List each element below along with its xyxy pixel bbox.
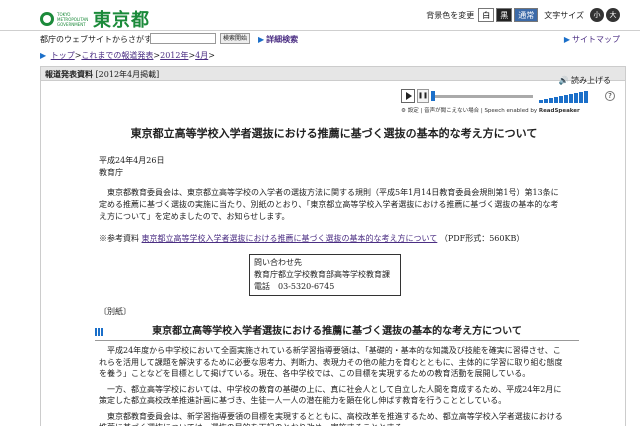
sitemap-label: サイトマップ [572, 35, 620, 44]
bg-color-label: 背景色を変更 [426, 10, 475, 20]
volume-control[interactable] [539, 91, 589, 103]
contact-phone: 電話 03-5320-6745 [254, 282, 335, 291]
breadcrumb-month[interactable]: 4月 [195, 51, 208, 60]
search-input[interactable] [150, 33, 216, 44]
appendix-title: 東京都立高等学校入学者選抜における推薦に基づく選抜の基本的な考え方について [152, 326, 522, 337]
article: 東京都立高等学校入学者選抜における推薦に基づく選抜の基本的な考え方について 平成… [41, 125, 627, 426]
bg-normal-button[interactable]: 通常 [514, 8, 539, 22]
release-date: [2012年4月掲載] [95, 70, 160, 79]
release-label: 報道発表資料 [45, 69, 93, 79]
contact-box: 問い合わせ先 教育庁都立学校教育部高等学校教育課 電話 03-5320-6745 [249, 254, 401, 296]
search-button[interactable]: 検索開始 [220, 33, 250, 44]
reference-pdf-link[interactable]: 東京都立高等学校入学者選抜における推薦に基づく選抜の基本的な考え方について [142, 234, 438, 243]
settings-icon: ⚙ [401, 108, 406, 114]
release-bar: 報道発表資料 [2012年4月掲載] [41, 67, 625, 81]
readspeaker-link[interactable]: 🔊 読み上げる [558, 75, 611, 86]
reference-line: ※参考資料 東京都立高等学校入学者選抜における推薦に基づく選抜の基本的な考え方に… [99, 233, 627, 244]
sitemap-link[interactable]: ▶ サイトマップ [564, 34, 620, 45]
department: 教育庁 [99, 168, 123, 177]
page: TOKYO METROPOLITAN GOVERNMENT 東京都 背景色を変更… [0, 0, 640, 426]
page-title: 東京都立高等学校入学者選抜における推薦に基づく選抜の基本的な考え方について [130, 127, 538, 140]
display-controls: 背景色を変更 白 黒 通常 文字サイズ 小 大 [426, 8, 620, 22]
speaker-icon: 🔊 [558, 76, 569, 85]
play-button[interactable] [401, 89, 415, 103]
pause-button[interactable]: ❚❚ [417, 89, 429, 103]
font-large-button[interactable]: 大 [606, 8, 620, 22]
progress-track[interactable] [433, 95, 533, 98]
readspeaker-meta: ⚙ 設定 | 音声が聞こえない場合 | Speech enabled by Re… [401, 108, 580, 114]
search-bar: 都庁のウェブサイトからさがす 検索開始 ▶ 詳細検索 ▶ サイトマップ [0, 30, 640, 46]
body-paragraph-2: 一方、都立高等学校においては、中学校の教育の基礎の上に、真に社会人として自立した… [99, 384, 562, 406]
contact-heading: 問い合わせ先 [254, 258, 302, 267]
readspeaker-brand: ReadSpeaker [538, 108, 580, 114]
main-content: 報道発表資料 [2012年4月掲載] 🔊 読み上げる ❚❚ ? ⚙ 設定 | 音… [40, 66, 626, 426]
readspeaker-player: ❚❚ ? ⚙ 設定 | 音声が聞こえない場合 | Speech enabled … [401, 87, 619, 115]
arrow-right-icon: ▶ [40, 51, 47, 60]
font-small-button[interactable]: 小 [590, 8, 604, 22]
publish-date: 平成24年4月26日 [99, 156, 165, 165]
progress-handle[interactable] [431, 91, 435, 101]
ginkgo-logo-icon [40, 12, 54, 26]
reference-label: ※参考資料 [99, 234, 139, 243]
bg-black-button[interactable]: 黒 [496, 8, 513, 22]
appendix-label: 〔別紙〕 [99, 307, 131, 316]
logo-english: TOKYO METROPOLITAN GOVERNMENT [57, 11, 89, 27]
settings-link[interactable]: 設定 [408, 108, 419, 114]
search-label: 都庁のウェブサイトからさがす [40, 35, 152, 44]
reference-format: （PDF形式：560KB） [439, 234, 525, 243]
breadcrumb-separator: > [208, 51, 215, 60]
font-size-label: 文字サイズ [544, 10, 584, 20]
body-paragraph-1: 平成24年度から中学校において全面実施されている新学習指導要領は、「基礎的・基本… [99, 346, 563, 378]
powered-by-text: Speech enabled by [484, 108, 538, 114]
intro-paragraph: 東京都教育委員会は、東京都立高等学校の入学者の選抜方法に関する規則（平成5年1月… [99, 188, 559, 221]
site-logo[interactable]: TOKYO METROPOLITAN GOVERNMENT 東京都 [40, 6, 150, 32]
help-icon[interactable]: ? [605, 91, 615, 101]
breadcrumb-past-releases[interactable]: これまでの報道発表 [81, 51, 153, 60]
arrow-right-icon: ▶ [563, 35, 570, 44]
dotted-bullet-icon [95, 328, 103, 336]
advanced-search-link[interactable]: ▶ 詳細検索 [258, 34, 298, 45]
arrow-right-icon: ▶ [258, 34, 265, 44]
contact-department: 教育庁都立学校教育部高等学校教育課 [254, 270, 390, 279]
breadcrumb-year[interactable]: 2012年 [160, 51, 188, 60]
breadcrumb-top[interactable]: トップ [51, 51, 75, 60]
breadcrumb: ▶ トップ>これまでの報道発表>2012年>4月> [40, 50, 215, 61]
body-paragraph-3: 東京都教育委員会は、新学習指導要領の目標を実現するとともに、高校改革を推進するた… [99, 411, 563, 426]
readspeaker-link-label: 読み上げる [571, 76, 611, 85]
site-header: TOKYO METROPOLITAN GOVERNMENT 東京都 背景色を変更… [0, 0, 640, 32]
audio-help-link[interactable]: 音声が聞こえない場合 [424, 108, 479, 114]
appendix-title-row: 東京都立高等学校入学者選抜における推薦に基づく選抜の基本的な考え方について [95, 325, 579, 341]
logo-japanese: 東京都 [93, 10, 150, 31]
advanced-search-label: 詳細検索 [266, 34, 299, 44]
bg-white-button[interactable]: 白 [478, 8, 495, 22]
